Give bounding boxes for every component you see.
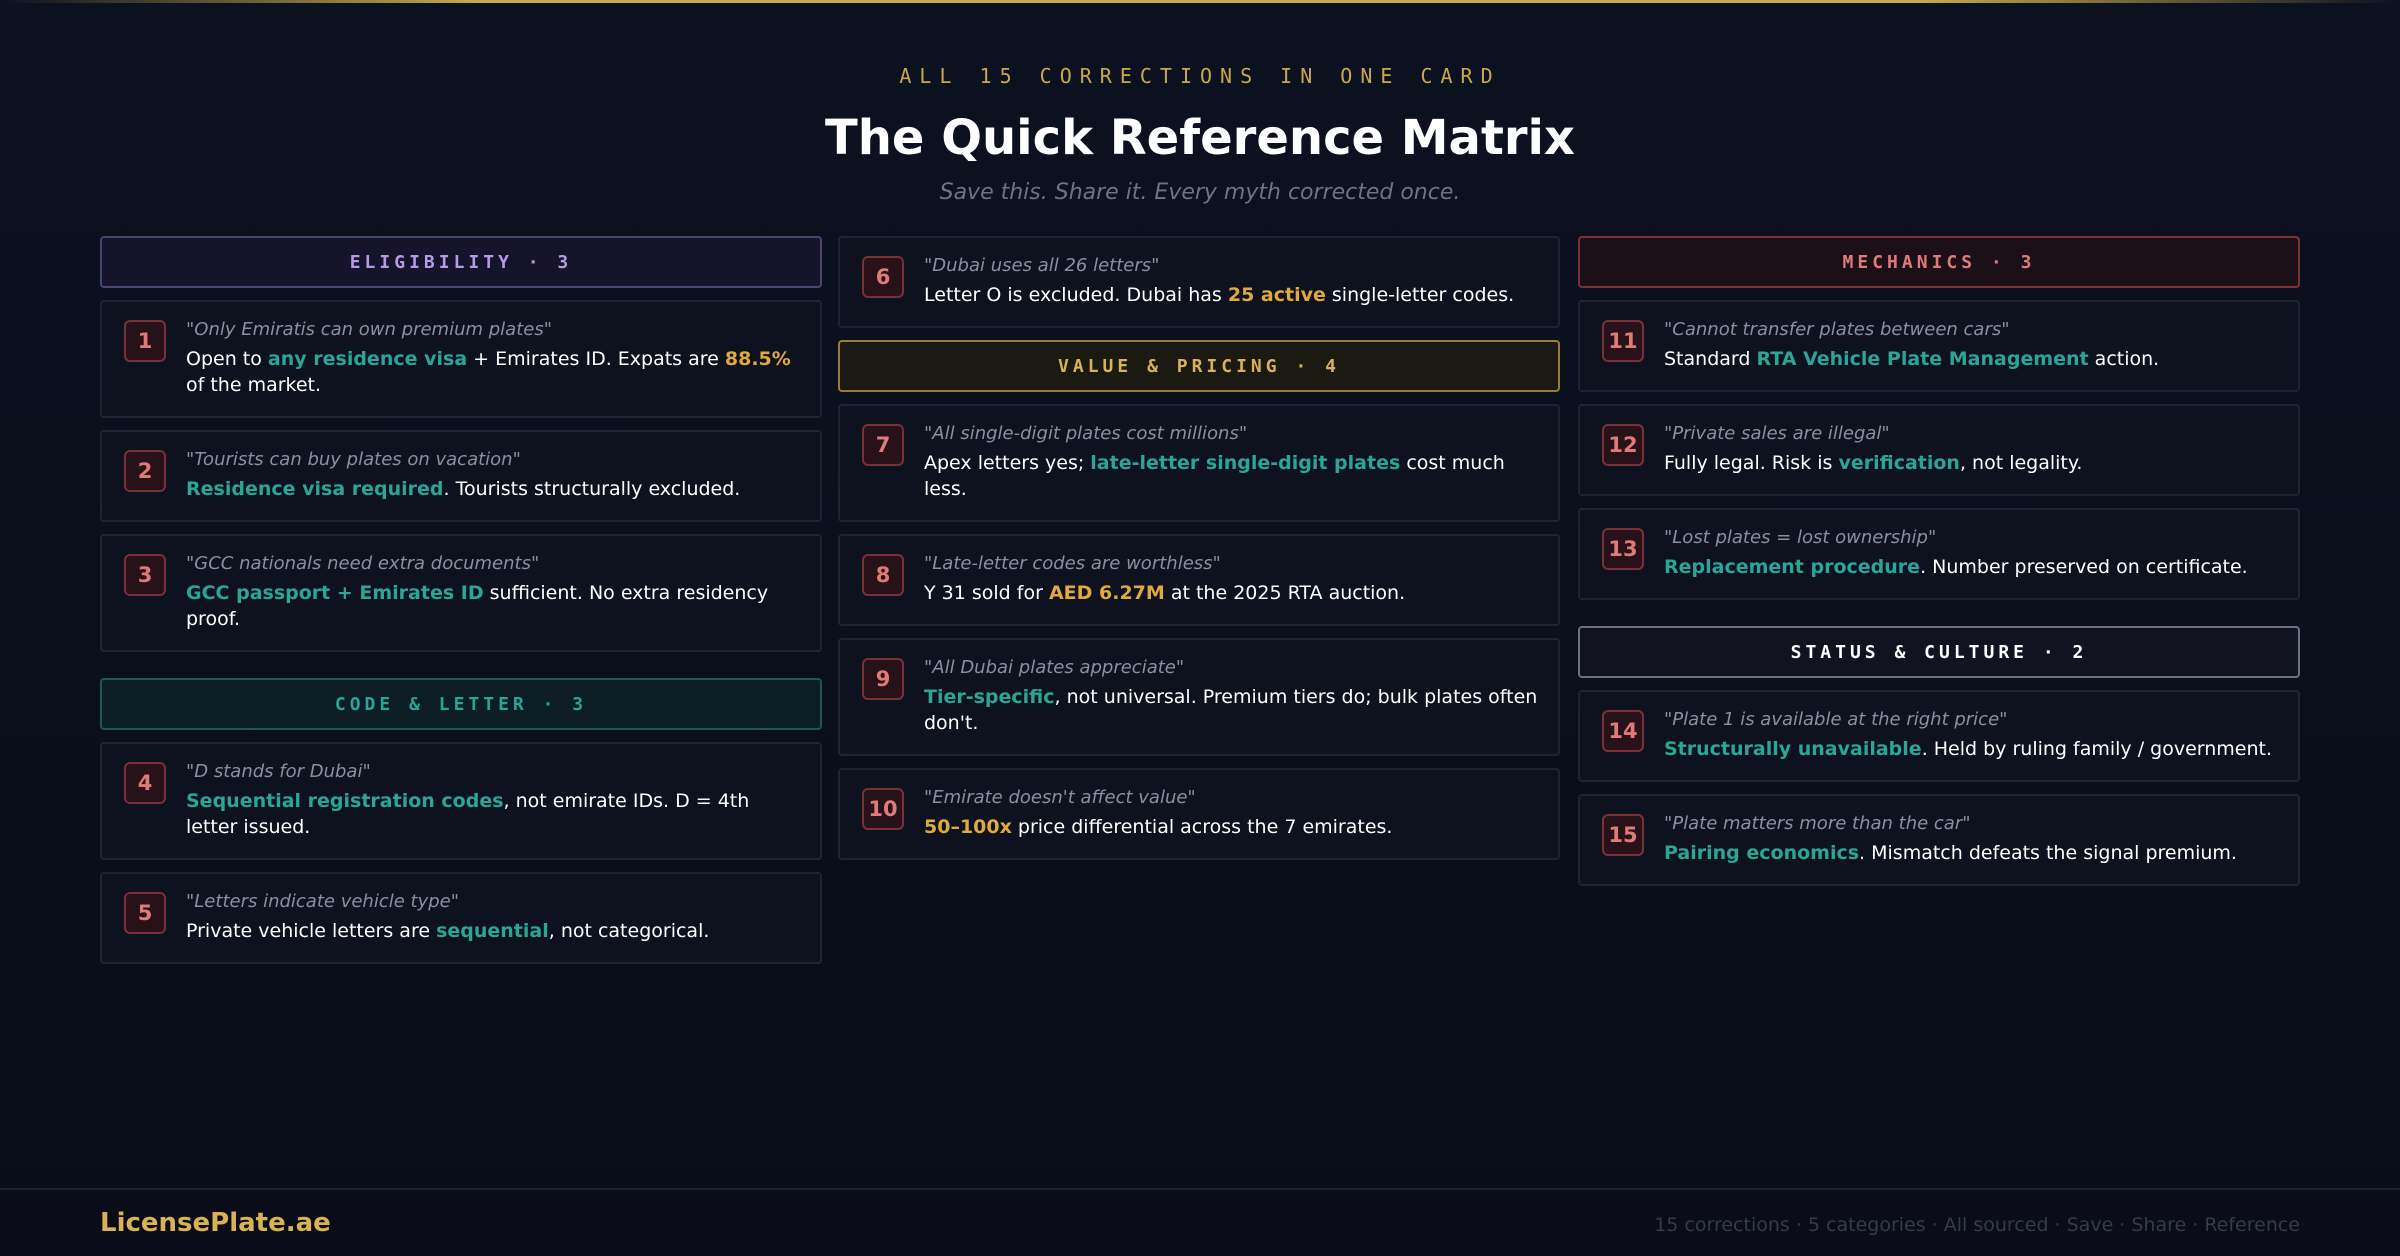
highlight-gold: AED 6.27M — [1048, 582, 1165, 604]
highlight-teal: Residence visa required — [186, 478, 444, 500]
correction-card: 15 "Plate matters more than the car" Pai… — [1578, 794, 2300, 886]
highlight-teal: Replacement procedure — [1664, 556, 1921, 578]
myth-text: "All single-digit plates cost millions" — [924, 423, 1248, 444]
fact-text: Open to any residence visa + Emirates ID… — [186, 348, 791, 396]
correction-card: 1 "Only Emiratis can own premium plates"… — [100, 300, 822, 418]
highlight-teal: GCC passport + Emirates ID — [186, 582, 484, 604]
correction-number: 10 — [862, 788, 904, 830]
myth-text: "Cannot transfer plates between cars" — [1664, 319, 2010, 340]
myth-text: "Private sales are illegal" — [1664, 423, 1890, 444]
correction-card: 3 "GCC nationals need extra documents" G… — [100, 534, 822, 652]
correction-number: 12 — [1602, 424, 1644, 466]
footer: LicensePlate.ae 15 corrections · 5 categ… — [0, 1188, 2400, 1256]
eyebrow: ALL 15 CORRECTIONS IN ONE CARD — [899, 64, 1501, 88]
category-eligibility: ELIGIBILITY · 3 — [100, 236, 822, 288]
correction-card: 6 "Dubai uses all 26 letters" Letter O i… — [838, 236, 1560, 328]
correction-card: 11 "Cannot transfer plates between cars"… — [1578, 300, 2300, 392]
correction-number: 1 — [124, 320, 166, 362]
highlight-teal: Sequential registration codes — [186, 790, 504, 812]
correction-number: 2 — [124, 450, 166, 492]
column-3: MECHANICS · 3 11 "Cannot transfer plates… — [1578, 236, 2300, 898]
myth-text: "Plate 1 is available at the right price… — [1664, 709, 2008, 730]
correction-number: 9 — [862, 658, 904, 700]
highlight-teal: any residence visa — [267, 348, 468, 370]
fact-text: Pairing economics. Mismatch defeats the … — [1664, 842, 2237, 864]
correction-number: 13 — [1602, 528, 1644, 570]
correction-card: 4 "D stands for Dubai" Sequential regist… — [100, 742, 822, 860]
category-code-letter: CODE & LETTER · 3 — [100, 678, 822, 730]
highlight-teal: Tier-specific — [924, 686, 1055, 708]
correction-number: 4 — [124, 762, 166, 804]
fact-text: Tier-specific, not universal. Premium ti… — [924, 686, 1538, 734]
highlight-teal: verification — [1838, 452, 1960, 474]
highlight-gold: 25 active — [1227, 284, 1326, 306]
correction-card: 13 "Lost plates = lost ownership" Replac… — [1578, 508, 2300, 600]
page: ALL 15 CORRECTIONS IN ONE CARD The Quick… — [0, 0, 2400, 1256]
top-accent-bar — [0, 0, 2400, 3]
myth-text: "Late-letter codes are worthless" — [924, 553, 1221, 574]
myth-text: "Tourists can buy plates on vacation" — [186, 449, 521, 470]
fact-text: Replacement procedure. Number preserved … — [1664, 556, 2248, 578]
page-title: The Quick Reference Matrix — [825, 110, 1575, 166]
fact-text: Residence visa required. Tourists struct… — [186, 478, 741, 500]
highlight-teal: Structurally unavailable — [1664, 738, 1922, 760]
highlight-gold: 88.5% — [724, 348, 791, 370]
myth-text: "Only Emiratis can own premium plates" — [186, 319, 552, 340]
fact-text: Apex letters yes; late-letter single-dig… — [924, 452, 1505, 500]
correction-number: 5 — [124, 892, 166, 934]
correction-number: 6 — [862, 256, 904, 298]
correction-card: 12 "Private sales are illegal" Fully leg… — [1578, 404, 2300, 496]
correction-card: 8 "Late-letter codes are worthless" Y 31… — [838, 534, 1560, 626]
fact-text: Letter O is excluded. Dubai has 25 activ… — [924, 284, 1515, 306]
category-mechanics: MECHANICS · 3 — [1578, 236, 2300, 288]
footer-tagline: 15 corrections · 5 categories · All sour… — [1654, 1214, 2300, 1236]
myth-text: "Letters indicate vehicle type" — [186, 891, 460, 912]
correction-number: 3 — [124, 554, 166, 596]
fact-text: Sequential registration codes, not emira… — [186, 790, 750, 838]
myth-text: "Plate matters more than the car" — [1664, 813, 1971, 834]
brand-logo-text[interactable]: LicensePlate.ae — [100, 1208, 331, 1238]
myth-text: "All Dubai plates appreciate" — [924, 657, 1185, 678]
category-status-culture: STATUS & CULTURE · 2 — [1578, 626, 2300, 678]
correction-card: 5 "Letters indicate vehicle type" Privat… — [100, 872, 822, 964]
fact-text: 50–100x price differential across the 7 … — [924, 816, 1393, 838]
fact-text: Standard RTA Vehicle Plate Management ac… — [1664, 348, 2160, 370]
column-1: ELIGIBILITY · 3 1 "Only Emiratis can own… — [100, 236, 822, 976]
fact-text: Fully legal. Risk is verification, not l… — [1664, 452, 2083, 474]
fact-text: Y 31 sold for AED 6.27M at the 2025 RTA … — [924, 582, 1406, 604]
highlight-teal: Pairing economics — [1664, 842, 1860, 864]
highlight-teal: sequential — [436, 920, 549, 942]
correction-number: 7 — [862, 424, 904, 466]
header: ALL 15 CORRECTIONS IN ONE CARD The Quick… — [0, 64, 2400, 205]
fact-text: GCC passport + Emirates ID sufficient. N… — [186, 582, 769, 630]
myth-text: "Emirate doesn't affect value" — [924, 787, 1196, 808]
correction-card: 7 "All single-digit plates cost millions… — [838, 404, 1560, 522]
correction-card: 10 "Emirate doesn't affect value" 50–100… — [838, 768, 1560, 860]
correction-card: 14 "Plate 1 is available at the right pr… — [1578, 690, 2300, 782]
correction-number: 15 — [1602, 814, 1644, 856]
highlight-teal: late-letter single-digit plates — [1090, 452, 1401, 474]
highlight-teal: RTA Vehicle Plate Management — [1756, 348, 2089, 370]
myth-text: "D stands for Dubai" — [186, 761, 371, 782]
correction-number: 14 — [1602, 710, 1644, 752]
correction-number: 8 — [862, 554, 904, 596]
fact-text: Private vehicle letters are sequential, … — [186, 920, 710, 942]
correction-card: 2 "Tourists can buy plates on vacation" … — [100, 430, 822, 522]
correction-card: 9 "All Dubai plates appreciate" Tier-spe… — [838, 638, 1560, 756]
fact-text: Structurally unavailable. Held by ruling… — [1664, 738, 2273, 760]
column-2: 6 "Dubai uses all 26 letters" Letter O i… — [838, 236, 1560, 872]
myth-text: "Dubai uses all 26 letters" — [924, 255, 1160, 276]
highlight-gold: 50–100x — [924, 816, 1012, 838]
correction-number: 11 — [1602, 320, 1644, 362]
myth-text: "Lost plates = lost ownership" — [1664, 527, 1937, 548]
page-subtitle: Save this. Share it. Every myth correcte… — [939, 180, 1461, 205]
category-value-pricing: VALUE & PRICING · 4 — [838, 340, 1560, 392]
myth-text: "GCC nationals need extra documents" — [186, 553, 540, 574]
